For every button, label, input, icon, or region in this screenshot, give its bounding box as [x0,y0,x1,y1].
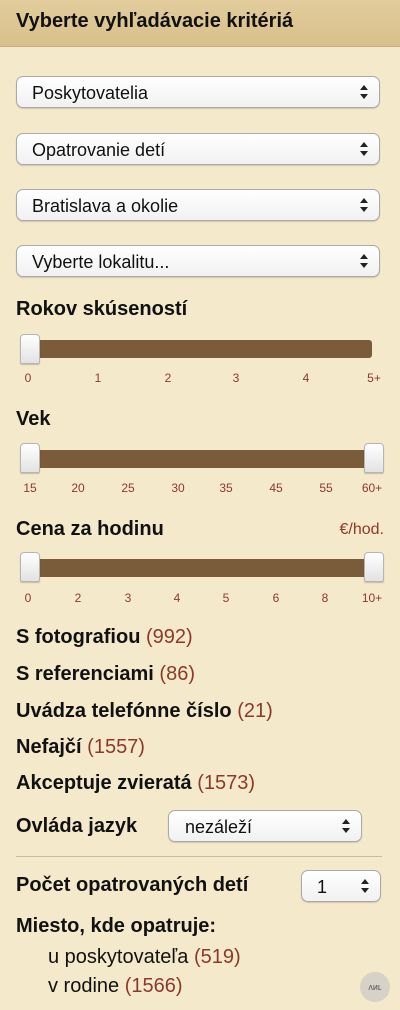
tick-label: 20 [71,481,85,495]
filter-count: (1573) [197,772,256,794]
filter-phone-number[interactable]: Uvádza telefónne číslo (21) [16,700,273,723]
language-label: Ovláda jazyk [16,815,138,837]
watermark-badge: ᴧᴎʟ [360,972,390,1002]
tick-label: 30 [171,481,185,495]
select-value: Vyberte lokalitu... [32,252,170,272]
tick-label: 2 [164,371,172,385]
updown-arrows-icon [342,819,350,833]
age-slider-handle-max[interactable] [364,443,384,473]
tick-label: 2 [74,591,82,605]
tick-label: 60+ [361,481,383,495]
price-unit: €/hod. [339,521,384,538]
tick-label: 0 [24,371,32,385]
tick-label: 15 [23,481,37,495]
updown-arrows-icon [360,85,368,99]
tick-label: 55 [319,481,333,495]
price-title: Cena za hodinu [16,518,164,540]
updown-arrows-icon [361,879,369,893]
children-count-label: Počet opatrovaných detí [16,874,249,896]
tick-label: 3 [124,591,132,605]
filter-non-smoker[interactable]: Nefajčí (1557) [16,736,145,759]
children-count-select[interactable]: 1 [301,870,381,902]
select-value: Opatrovanie detí [32,140,166,160]
price-slider-track[interactable] [28,559,372,577]
updown-arrows-icon [360,198,368,212]
option-label: u poskytovateľa [48,946,189,968]
filter-label: S fotografiou [16,626,141,648]
age-slider-track[interactable] [28,450,372,468]
option-count: (1566) [124,975,183,997]
tick-label: 10+ [361,591,383,605]
tick-label: 25 [121,481,135,495]
filter-label: S referenciami [16,663,154,685]
price-ticks: 0 2 3 4 5 6 8 10+ [20,591,383,607]
price-slider-handle-min[interactable] [20,552,40,582]
select-value: 1 [317,877,328,897]
price-slider-handle-max[interactable] [364,552,384,582]
filter-count: (1557) [87,736,145,758]
filter-with-references[interactable]: S referenciami (86) [16,663,195,686]
tick-label: 6 [272,591,280,605]
panel-header: Vyberte vyhľadávacie kritériá [0,0,400,47]
experience-title: Rokov skúseností [16,298,188,320]
experience-slider-handle-min[interactable] [20,334,40,364]
updown-arrows-icon [360,254,368,268]
language-select[interactable]: nezáleží [168,810,362,842]
tick-label: 1 [94,371,102,385]
provider-type-select[interactable]: Poskytovatelia [16,76,380,108]
age-slider-handle-min[interactable] [20,443,40,473]
tick-label: 5+ [367,371,381,385]
filter-label: Uvádza telefónne číslo [16,700,232,722]
region-select[interactable]: Bratislava a okolie [16,189,380,221]
option-label: v rodine [48,975,120,997]
tick-label: 4 [302,371,310,385]
badge-text: ᴧᴎʟ [368,982,382,992]
filter-with-photo[interactable]: S fotografiou (992) [16,626,193,649]
filter-label: Nefajčí [16,736,82,758]
place-label: Miesto, kde opatruje: [16,915,217,937]
tick-label: 4 [173,591,181,605]
select-value: nezáleží [185,817,253,837]
tick-label: 45 [269,481,283,495]
experience-ticks: 0 1 2 3 4 5+ [20,371,382,387]
age-ticks: 15 20 25 30 35 45 55 60+ [20,481,382,497]
select-value: Bratislava a okolie [32,196,179,216]
option-count: (519) [193,946,241,968]
age-title: Vek [16,408,51,430]
select-value: Poskytovatelia [32,83,149,103]
tick-label: 3 [232,371,240,385]
place-option-family[interactable]: v rodine (1566) [48,975,183,998]
tick-label: 5 [222,591,230,605]
filter-count: (992) [146,626,193,648]
tick-label: 0 [24,591,32,605]
updown-arrows-icon [360,142,368,156]
filter-count: (21) [237,700,273,722]
divider [16,856,382,857]
locality-select[interactable]: Vyberte lokalitu... [16,245,380,277]
service-select[interactable]: Opatrovanie detí [16,133,380,165]
panel-title: Vyberte vyhľadávacie kritériá [16,10,294,32]
filter-accepts-animals[interactable]: Akceptuje zvieratá (1573) [16,772,255,795]
tick-label: 35 [219,481,233,495]
experience-slider-track[interactable] [28,340,372,358]
filter-label: Akceptuje zvieratá [16,772,192,794]
tick-label: 8 [321,591,329,605]
filter-count: (86) [159,663,195,685]
place-option-provider[interactable]: u poskytovateľa (519) [48,946,241,969]
